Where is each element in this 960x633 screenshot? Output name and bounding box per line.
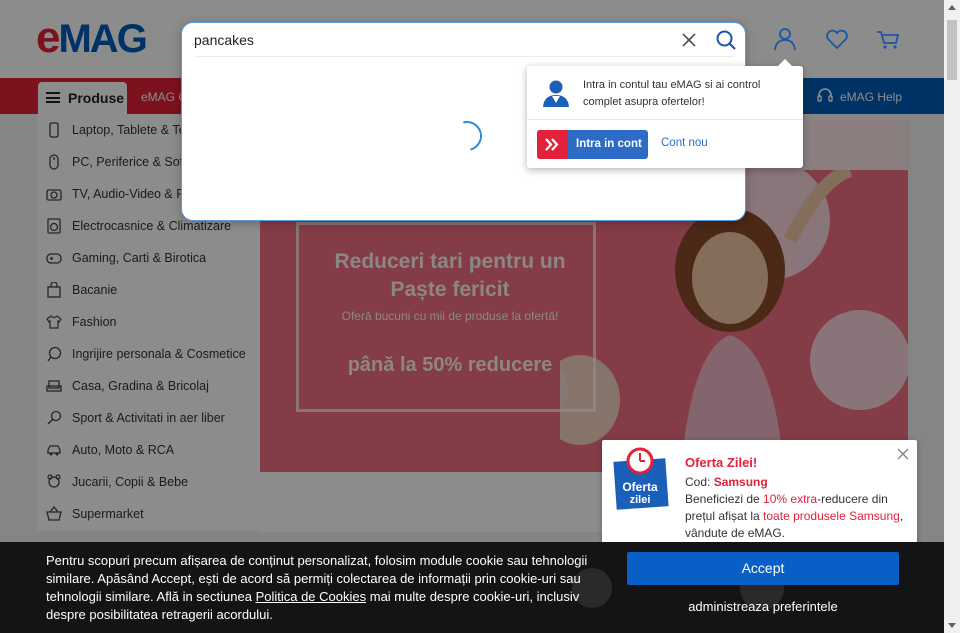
cookie-message: Pentru scopuri precum afișarea de conțin… [46, 552, 594, 624]
login-button[interactable]: Intra in cont [537, 130, 648, 159]
search-input[interactable] [194, 29, 664, 51]
offer-highlight-products[interactable]: toate produsele Samsung [763, 509, 900, 523]
signup-link[interactable]: Cont nou [661, 137, 708, 149]
login-accent [537, 130, 568, 159]
manage-preferences-link[interactable]: administreaza preferintele [627, 599, 899, 614]
badge-line2: zilei [630, 494, 651, 506]
loading-spinner [446, 115, 488, 157]
popover-divider [527, 119, 803, 120]
vertical-scrollbar[interactable] [944, 0, 960, 633]
offer-popup[interactable]: Oferta zilei Oferta Zilei! Cod: Samsung … [602, 440, 917, 550]
offer-code-value: Samsung [713, 475, 768, 489]
favorites-heart-icon[interactable] [824, 26, 850, 52]
double-chevron-right-icon [545, 138, 559, 151]
search-divider [194, 56, 734, 57]
offer-title: Oferta Zilei! [685, 455, 758, 470]
account-icon[interactable] [772, 26, 798, 52]
close-icon[interactable] [896, 447, 910, 461]
scroll-down-arrow-icon[interactable] [948, 623, 956, 628]
account-popover: Intra in contul tau eMAG si ai control c… [527, 59, 803, 168]
offer-of-the-day-badge-icon: Oferta zilei [613, 447, 669, 510]
cookie-consent-bar: Pentru scopuri precum afișarea de conțin… [0, 542, 944, 633]
scroll-thumb[interactable] [947, 20, 957, 80]
badge-line1: Oferta [622, 480, 658, 494]
offer-body-part: Beneficiezi de [685, 492, 764, 506]
search-icon[interactable] [714, 28, 738, 52]
cookie-policy-link[interactable]: Politica de Cookies [256, 589, 367, 604]
offer-description: Beneficiezi de 10% extra-reducere din pr… [685, 491, 910, 542]
accept-cookies-button[interactable]: Accept [627, 552, 899, 585]
cart-icon[interactable] [875, 26, 901, 52]
offer-code-prefix: Cod: [685, 475, 714, 489]
clear-search-icon[interactable] [678, 29, 700, 51]
offer-highlight-discount: 10% extra [763, 492, 818, 506]
scroll-up-arrow-icon[interactable] [948, 5, 956, 10]
login-label: Intra in cont [576, 138, 642, 150]
offer-code: Cod: Samsung [685, 475, 768, 489]
account-message: Intra in contul tau eMAG si ai control c… [583, 79, 761, 108]
user-avatar-icon [543, 80, 569, 107]
